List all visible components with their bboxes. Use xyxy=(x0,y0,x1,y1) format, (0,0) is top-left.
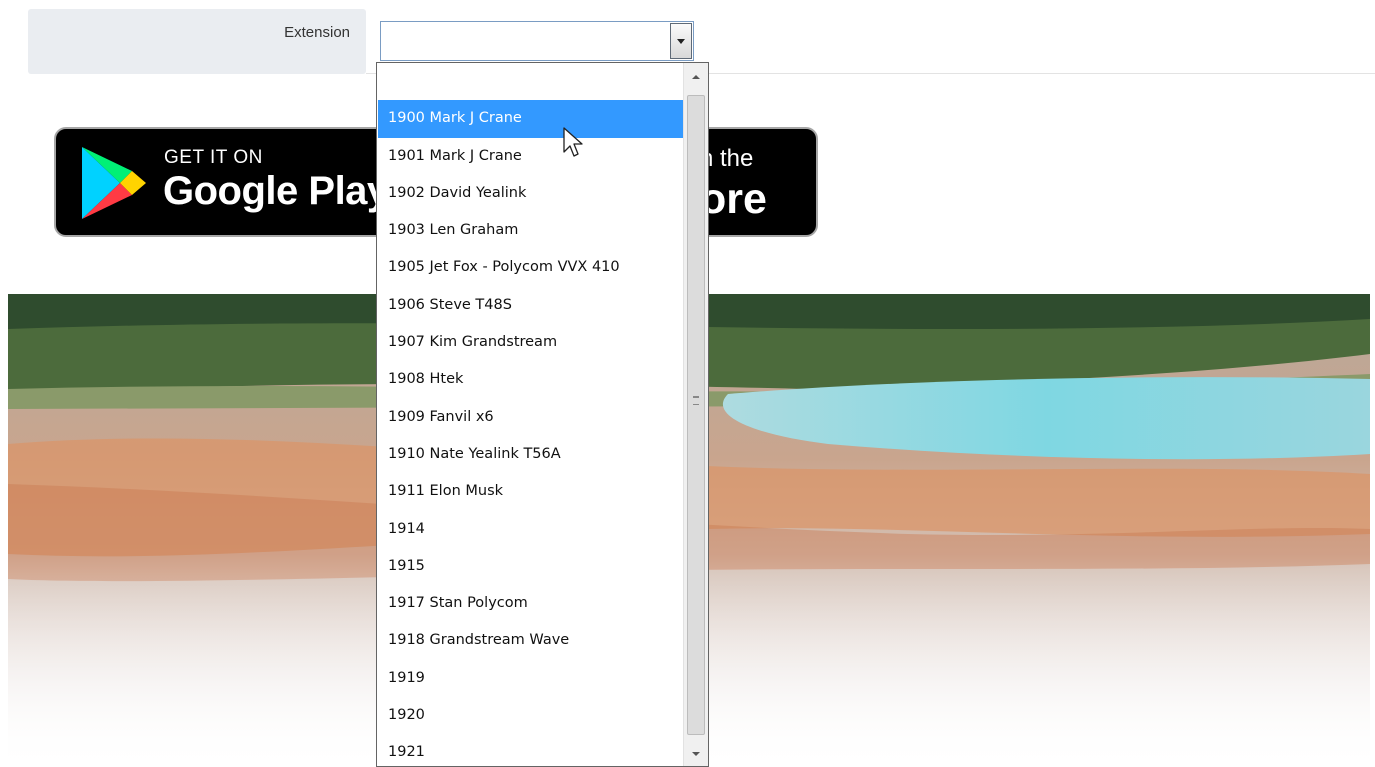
google-play-small-text: GET IT ON xyxy=(164,147,263,168)
dropdown-option[interactable]: 1914 xyxy=(378,511,683,548)
dropdown-option[interactable]: 1920 xyxy=(378,697,683,734)
dropdown-option[interactable]: 1909 Fanvil x6 xyxy=(378,399,683,436)
dropdown-option[interactable]: 1908 Htek xyxy=(378,361,683,398)
dropdown-option[interactable]: 1905 Jet Fox - Polycom VVX 410 xyxy=(378,249,683,286)
dropdown-options: 1900 Mark J Crane 1901 Mark J Crane 1902 D… xyxy=(378,63,683,766)
google-play-triangle-icon xyxy=(82,147,146,219)
extension-label-cell: Extension xyxy=(28,9,366,74)
google-play-badge[interactable]: GET IT ON Google Play xyxy=(54,127,394,237)
dropdown-option[interactable]: 1921 xyxy=(378,734,683,766)
extension-label: Extension xyxy=(284,24,350,41)
chevron-down-icon[interactable] xyxy=(670,23,692,59)
app-store-big-text: ore xyxy=(700,175,767,223)
dropdown-option[interactable]: 1906 Steve T48S xyxy=(378,287,683,324)
dropdown-option[interactable] xyxy=(378,63,683,100)
scroll-down-arrow-icon[interactable] xyxy=(684,742,708,764)
dropdown-option[interactable]: 1919 xyxy=(378,660,683,697)
dropdown-option[interactable]: 1900 Mark J Crane xyxy=(378,100,683,138)
app-store-badge[interactable]: n the ore xyxy=(690,127,818,237)
dropdown-option[interactable]: 1911 Elon Musk xyxy=(378,473,683,510)
dropdown-option[interactable]: 1918 Grandstream Wave xyxy=(378,622,683,659)
page: Extension GET IT ON Google Play n the or… xyxy=(0,0,1375,767)
dropdown-option[interactable]: 1902 David Yealink xyxy=(378,175,683,212)
dropdown-option[interactable]: 1907 Kim Grandstream xyxy=(378,324,683,361)
dropdown-option[interactable]: 1917 Stan Polycom xyxy=(378,585,683,622)
extension-dropdown-list[interactable]: 1900 Mark J Crane 1901 Mark J Crane 1902 D… xyxy=(376,62,709,767)
dropdown-scrollbar[interactable] xyxy=(683,63,708,766)
dropdown-option[interactable]: 1915 xyxy=(378,548,683,585)
mouse-pointer-icon xyxy=(563,127,583,157)
scroll-up-arrow-icon[interactable] xyxy=(684,67,708,89)
google-play-big-text: Google Play xyxy=(163,169,389,213)
extension-select[interactable] xyxy=(380,21,694,61)
scroll-thumb[interactable] xyxy=(687,95,705,735)
dropdown-option[interactable]: 1901 Mark J Crane xyxy=(378,138,683,175)
dropdown-option[interactable]: 1910 Nate Yealink T56A xyxy=(378,436,683,473)
dropdown-option[interactable]: 1903 Len Graham xyxy=(378,212,683,249)
